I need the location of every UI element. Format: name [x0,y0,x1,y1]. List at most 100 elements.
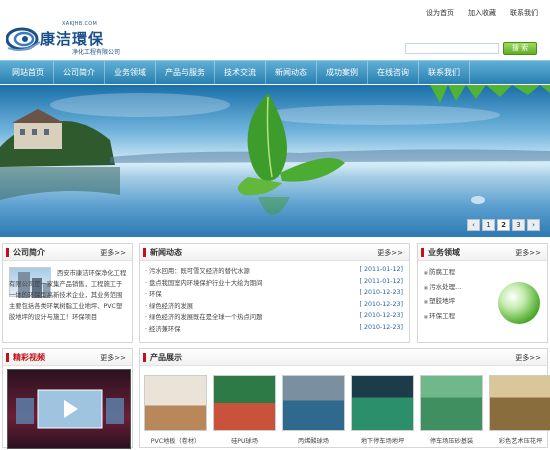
business-more-link[interactable]: 更多>> [515,248,541,258]
product-item[interactable]: 丙烯酸球场 [282,375,345,445]
product-caption: PVC地板（卷材） [150,438,201,445]
products-more-link[interactable]: 更多>> [515,353,541,363]
video-more-link[interactable]: 更多>> [100,353,126,363]
pager-page-2[interactable]: 2 [497,219,510,231]
nav-business[interactable]: 业务领域 [105,60,156,85]
video-player[interactable] [7,369,131,449]
news-item-date: [ 2011-01-12] [359,277,403,285]
nav-contact[interactable]: 联系我们 [419,60,470,85]
logo-subtitle: 净化工程有限公司 [72,49,121,56]
news-item-date: [ 2011-01-12] [359,266,403,273]
product-image [282,375,345,431]
accent-bar [143,248,146,257]
accent-bar [421,248,424,257]
logo-name: 康洁環保 [40,30,105,48]
nav-home[interactable]: 网站首页 [4,60,54,85]
accent-bar [143,353,146,362]
products-panel: 产品展示 更多>> PVC地板（卷材） 硅PU球场 丙烯酸球场 地下停车场地坪 … [139,348,550,448]
company-intro-panel: 公司简介 更多>> 西安市康洁环保净化工程有限公司是一家集产品销售，工程施工于一… [2,243,133,343]
banner-illustration [0,85,550,215]
set-homepage-link[interactable]: 设为首页 [426,8,454,18]
product-item[interactable]: 彩色艺术压花坪 [489,375,550,445]
product-item[interactable]: PVC地板（卷材） [144,375,207,445]
news-item[interactable]: 污水回用：既可雪又经济的替代水源 [ 2011-01-12] [145,266,403,278]
pager-page-1[interactable]: 1 [482,219,495,231]
news-item-title: 绿色经济的发展既在是全球一个热点问题 [145,312,262,324]
accent-bar [6,248,9,257]
add-favorite-link[interactable]: 加入收藏 [468,8,496,18]
nav-company-profile[interactable]: 公司简介 [54,60,105,85]
pager-page-3[interactable]: 3 [512,219,525,231]
product-image [420,375,483,431]
news-item-date: [ 2010-12-23] [359,312,403,319]
pager-prev[interactable]: ‹ [467,219,480,231]
product-image [489,375,550,431]
product-item[interactable]: 地下停车场地坪 [351,375,414,445]
main-nav: 网站首页 公司简介 业务领域 产品与服务 技术交流 新闻动态 成功案例 在线咨询… [0,60,550,85]
news-item[interactable]: 绿色经济的发展既在是全球一个热点问题 [ 2010-12-23] [145,312,403,324]
accent-bar [6,353,9,362]
nav-cases[interactable]: 成功案例 [317,60,368,85]
hero-banner[interactable]: ‹ 1 2 3 › [0,85,550,237]
product-image [213,375,276,431]
globe-icon [498,282,540,324]
video-thumbnail [16,389,124,429]
business-list: 防腐工程 污水处理... 塑胶地坪 环保工程 [424,266,461,324]
news-more-link[interactable]: 更多>> [377,248,403,258]
intro-title: 公司简介 [13,248,45,257]
search-bar: 搜 索 [405,42,537,55]
products-title: 产品展示 [150,353,182,362]
nav-tech-exchange[interactable]: 技术交流 [215,60,266,85]
news-item-title: 经济兼环保 [145,324,180,336]
intro-more-link[interactable]: 更多>> [100,248,126,258]
news-item-title: 绿色经济的发展 [145,301,193,313]
business-panel: 业务领域 更多>> 防腐工程 污水处理... 塑胶地坪 环保工程 [417,243,548,343]
news-item[interactable]: 经济兼环保 [ 2010-12-23] [145,324,403,336]
news-panel: 新闻动态 更多>> 污水回用：既可雪又经济的替代水源 [ 2011-01-12] … [139,243,410,343]
product-item[interactable]: 硅PU球场 [213,375,276,445]
news-item-title: 环保 [145,289,162,301]
intro-text: 西安市康洁环保净化工程有限公司是一家集产品销售，工程施工于一体的环保型高新技术企… [9,270,127,321]
top-links: 设为首页 加入收藏 联系我们 [426,8,538,18]
business-item[interactable]: 防腐工程 [424,266,461,281]
search-button[interactable]: 搜 索 [503,42,537,55]
product-caption: 彩色艺术压花坪 [498,438,543,445]
pager-next[interactable]: › [527,219,540,231]
news-item-date: [ 2010-12-23] [359,300,403,308]
nav-news[interactable]: 新闻动态 [266,60,317,85]
video-title: 精彩视频 [13,353,45,362]
news-item-date: [ 2010-12-23] [359,323,403,331]
site-logo[interactable]: XAKJHB.COM 康洁環保 净化工程有限公司 [6,20,156,60]
banner-pager: ‹ 1 2 3 › [467,219,540,231]
news-item[interactable]: 盘点我国室内环境保护行业十大绘为期间 [ 2011-01-12] [145,278,403,290]
product-image [144,375,207,431]
product-caption: 硅PU球场 [231,438,258,445]
product-image [351,375,414,431]
news-item[interactable]: 绿色经济的发展 [ 2010-12-23] [145,301,403,313]
product-caption: 停车场压砂基装 [429,438,474,445]
product-list: PVC地板（卷材） 硅PU球场 丙烯酸球场 地下停车场地坪 停车场压砂基装 彩色… [144,375,550,445]
news-item[interactable]: 环保 [ 2010-12-23] [145,289,403,301]
news-item-date: [ 2010-12-23] [359,289,403,296]
nav-online-consult[interactable]: 在线咨询 [368,60,419,85]
news-list: 污水回用：既可雪又经济的替代水源 [ 2011-01-12] 盘点我国室内环境保护… [145,266,403,335]
panel-header: 新闻动态 更多>> [140,244,409,261]
business-title: 业务领域 [428,248,460,257]
product-item[interactable]: 停车场压砂基装 [420,375,483,445]
panel-header: 精彩视频 更多>> [3,349,132,366]
business-item[interactable]: 污水处理... [424,281,461,296]
search-input[interactable] [405,43,499,54]
panel-header: 产品展示 更多>> [140,349,547,366]
product-caption: 丙烯酸球场 [298,438,329,445]
swirl-logo-icon [6,27,41,51]
news-item-title: 污水回用：既可雪又经济的替代水源 [145,266,250,278]
product-caption: 地下停车场地坪 [360,438,405,445]
nav-products-services[interactable]: 产品与服务 [156,60,215,85]
contact-us-link[interactable]: 联系我们 [510,8,538,18]
news-item-title: 盘点我国室内环境保护行业十大绘为期间 [145,278,262,290]
news-title: 新闻动态 [150,248,182,257]
business-item[interactable]: 塑胶地坪 [424,295,461,310]
panel-header: 公司简介 更多>> [3,244,132,261]
panel-header: 业务领域 更多>> [418,244,547,261]
business-item[interactable]: 环保工程 [424,310,461,325]
